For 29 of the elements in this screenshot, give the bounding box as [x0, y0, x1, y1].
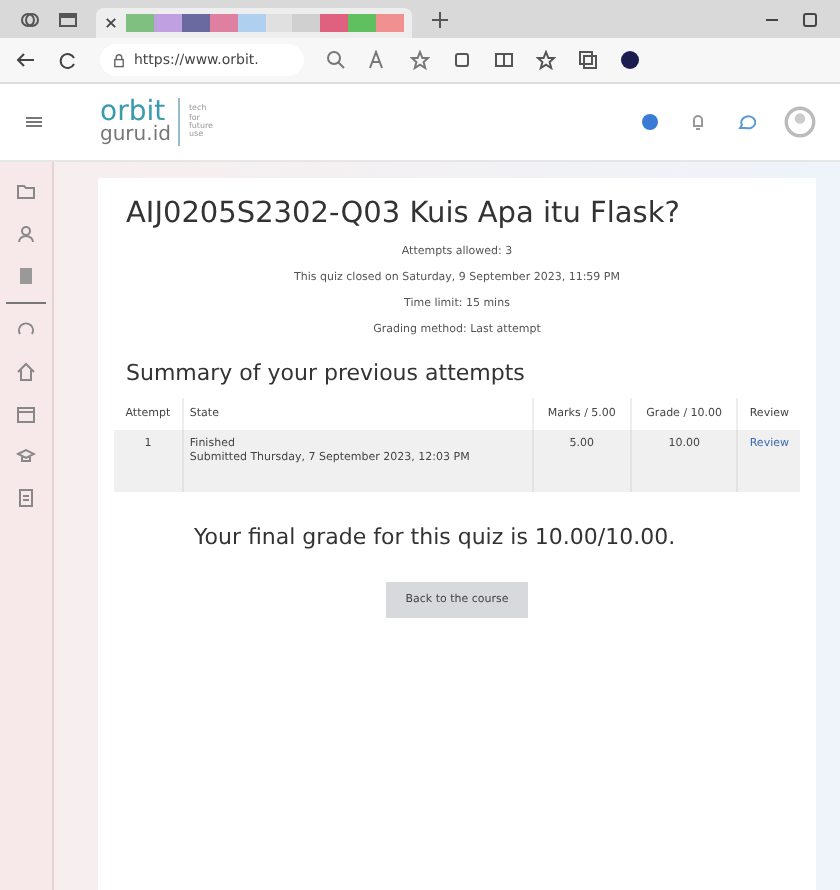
calendar-icon[interactable] [16, 404, 36, 424]
logo-text[interactable]: orbit [100, 98, 171, 126]
final-grade-text: Your final grade for this quiz is 10.00/10.00. [194, 523, 678, 550]
close-icon [104, 16, 118, 30]
quiz-title: AIJ0205S2302-Q03 Kuis Apa itu Flask? [126, 198, 682, 230]
chat-icon[interactable] [736, 112, 756, 132]
back-icon[interactable] [16, 50, 36, 70]
favorites-icon[interactable] [536, 50, 556, 70]
logo-text[interactable]: guru.id [100, 126, 171, 146]
star-icon[interactable] [410, 50, 430, 70]
zoom-icon[interactable] [326, 50, 346, 70]
tab-actions-icon[interactable] [58, 9, 78, 29]
graduation-cap-icon[interactable] [16, 446, 36, 466]
workspaces-icon[interactable] [20, 9, 40, 29]
user-icon[interactable] [16, 224, 36, 244]
maximize-icon[interactable] [800, 9, 820, 29]
profile-icon[interactable] [620, 50, 640, 70]
collections-icon[interactable] [578, 50, 598, 70]
split-screen-icon[interactable] [494, 50, 514, 70]
document-icon[interactable] [16, 488, 36, 508]
bell-icon[interactable] [688, 112, 708, 132]
lock-icon [112, 53, 126, 67]
folder-icon[interactable] [16, 182, 36, 202]
browser-tab[interactable] [96, 8, 412, 38]
summary-heading: Summary of your previous attempts [126, 360, 527, 386]
home-icon[interactable] [16, 362, 36, 382]
read-aloud-icon[interactable] [368, 50, 388, 70]
new-tab-icon[interactable] [430, 9, 450, 29]
menu-icon[interactable] [24, 112, 44, 132]
